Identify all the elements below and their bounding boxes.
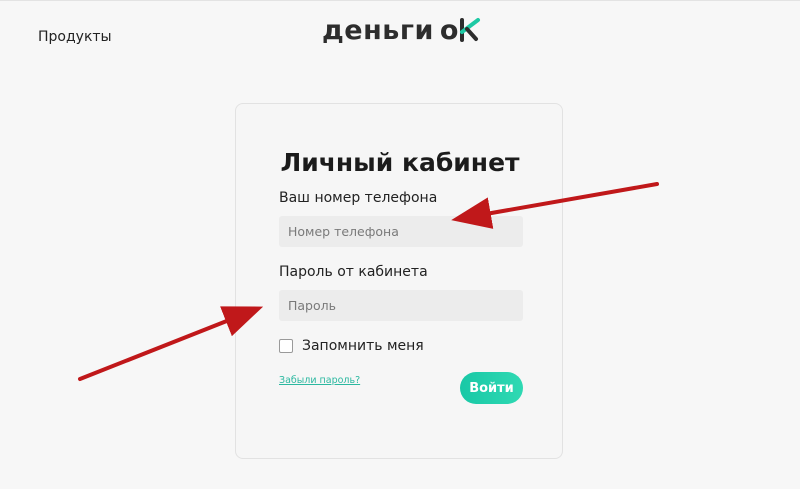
remember-me-toggle[interactable]: Запомнить меня <box>279 338 424 354</box>
logo-o-letter: o <box>439 14 459 46</box>
phone-label: Ваш номер телефона <box>279 190 438 206</box>
phone-input[interactable] <box>279 216 523 247</box>
login-button[interactable]: Войти <box>460 372 523 404</box>
brand-logo[interactable]: деньги o <box>322 12 481 48</box>
password-input[interactable] <box>279 290 523 321</box>
login-card: Личный кабинет Ваш номер телефона Пароль… <box>235 103 563 459</box>
logo-wordmark: деньги <box>322 14 434 46</box>
arrow-to-password-input <box>78 306 264 381</box>
nav-products-link[interactable]: Продукты <box>38 29 112 45</box>
password-label: Пароль от кабинета <box>279 264 428 280</box>
check-k-icon <box>459 18 480 42</box>
logo-ok-mark: o <box>440 15 481 46</box>
page-title: Личный кабинет <box>280 148 520 177</box>
remember-me-checkbox[interactable] <box>279 339 293 353</box>
top-divider <box>0 0 800 1</box>
forgot-password-link[interactable]: Забыли пароль? <box>279 375 360 386</box>
remember-me-label: Запомнить меня <box>302 338 424 354</box>
